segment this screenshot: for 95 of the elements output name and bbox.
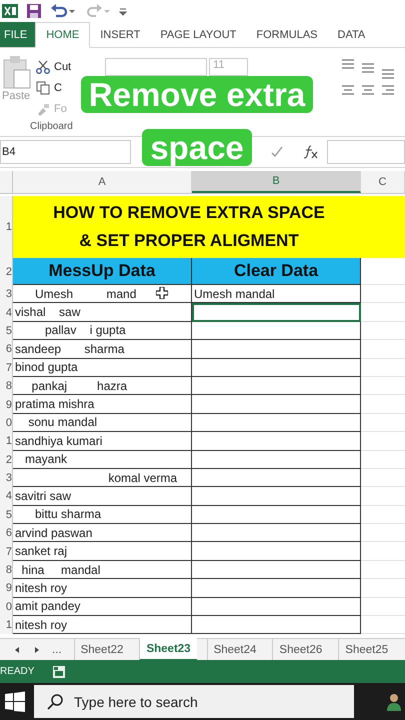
table-cell-text: Umesh mand xyxy=(34,286,136,301)
search-icon xyxy=(46,692,64,710)
row-number[interactable]: 4 xyxy=(0,487,13,506)
table-cell-text: pankaj hazra xyxy=(30,378,128,393)
table-cell-text: nitesh roy xyxy=(14,618,68,632)
sheet-tab[interactable]: Sheet23 xyxy=(139,638,197,661)
brush-icon xyxy=(36,102,50,116)
row-number[interactable]: 9 xyxy=(0,579,13,598)
header-cell: MessUp Data xyxy=(13,258,192,285)
cut-button[interactable]: Cut xyxy=(36,58,72,76)
copy-button[interactable]: C xyxy=(36,79,72,97)
table-cell-text: sanket raj xyxy=(14,544,68,558)
person-icon[interactable] xyxy=(386,692,402,712)
macro-record-icon[interactable] xyxy=(52,664,66,678)
row-number[interactable]: 2 xyxy=(0,258,13,285)
excel-logo-icon[interactable] xyxy=(2,3,18,19)
clipboard-icon[interactable] xyxy=(2,54,32,90)
table-cell[interactable] xyxy=(192,560,361,580)
row-number[interactable]: 8 xyxy=(0,560,13,580)
ribbon-tab[interactable]: FORMULAS xyxy=(246,22,328,47)
ribbon-tab[interactable]: INSERT xyxy=(90,22,150,47)
cursor-icon xyxy=(156,287,168,299)
function-icon[interactable] xyxy=(303,145,319,159)
table-cell[interactable] xyxy=(192,432,361,451)
formula-field[interactable] xyxy=(327,140,405,164)
row-number[interactable]: 5 xyxy=(0,506,13,524)
table-cell[interactable] xyxy=(192,303,361,322)
row-number[interactable]: 7 xyxy=(0,542,13,561)
row-number[interactable]: 3 xyxy=(0,285,13,304)
title-line: HOW TO REMOVE EXTRA SPACE xyxy=(53,203,325,223)
table-cell-text: binod gupta xyxy=(14,360,78,374)
row-number[interactable]: 6 xyxy=(0,524,13,542)
table-cell-text: savitri saw xyxy=(14,488,72,503)
name-box[interactable]: B4 xyxy=(0,140,131,164)
header-cell: Clear Data xyxy=(192,258,361,285)
more-sheets-button[interactable]: ... xyxy=(52,644,62,656)
table-cell-text: komal verma xyxy=(107,470,178,485)
table-cell[interactable] xyxy=(192,468,361,488)
table-cell[interactable] xyxy=(192,414,361,432)
row-number[interactable]: 2 xyxy=(0,450,13,469)
row-number[interactable]: 9 xyxy=(0,395,13,414)
row-number[interactable]: 1 xyxy=(0,616,13,634)
table-cell-text: pratima mishra xyxy=(14,397,94,412)
table-cell[interactable] xyxy=(192,598,361,616)
row-number[interactable]: 1 xyxy=(0,196,13,258)
row-number[interactable]: 8 xyxy=(0,376,13,396)
table-cell[interactable] xyxy=(192,616,361,634)
table-cell-text: mayank xyxy=(24,452,68,466)
undo-icon[interactable] xyxy=(50,3,76,19)
table-cell[interactable] xyxy=(192,340,361,359)
copy-icon xyxy=(36,81,50,95)
table-cell[interactable]: Umesh mandal xyxy=(192,285,361,304)
table-cell-text: sandhiya kumari xyxy=(14,434,102,448)
table-cell[interactable] xyxy=(192,487,361,506)
row-number[interactable]: 7 xyxy=(0,358,13,377)
table-cell-text: sandeep sharma xyxy=(14,342,124,356)
row-number[interactable]: 1 xyxy=(0,432,13,451)
row-number[interactable]: 3 xyxy=(0,468,13,488)
title-line: & SET PROPER ALIGMENT xyxy=(79,231,299,251)
check-icon[interactable] xyxy=(271,146,283,158)
scissors-icon xyxy=(36,60,50,74)
column-header[interactable]: B xyxy=(192,171,361,193)
column-header[interactable]: C xyxy=(361,171,405,193)
table-cell-text: sonu mandal xyxy=(27,415,98,430)
table-cell[interactable] xyxy=(192,506,361,524)
table-cell[interactable] xyxy=(192,524,361,542)
ribbon-tab[interactable]: PAGE LAYOUT xyxy=(150,22,246,47)
ribbon-tab[interactable]: HOME xyxy=(35,22,90,48)
table-cell[interactable] xyxy=(192,322,361,340)
row-number[interactable]: 4 xyxy=(0,303,13,322)
ribbon-tab[interactable]: FILE xyxy=(0,22,36,47)
table-cell[interactable] xyxy=(192,579,361,598)
table-cell[interactable] xyxy=(192,395,361,414)
windows-start-icon[interactable] xyxy=(4,690,26,712)
table-cell-text: arvind paswan xyxy=(14,526,92,540)
clipboard-group-label: Clipboard xyxy=(30,121,73,132)
row-number[interactable]: 5 xyxy=(0,322,13,340)
table-cell[interactable] xyxy=(192,450,361,469)
ribbon-tab[interactable]: DATA xyxy=(328,22,376,47)
table-cell-text: amit pandey xyxy=(14,599,80,614)
search-field[interactable]: Type here to search xyxy=(34,685,354,718)
table-cell[interactable] xyxy=(192,376,361,396)
font-name-field[interactable] xyxy=(105,58,208,76)
save-icon[interactable] xyxy=(26,3,42,19)
table-cell-text: nitesh roy xyxy=(14,580,68,595)
table-cell-text: pallav i gupta xyxy=(44,323,126,338)
table-cell-text: vishal saw xyxy=(14,305,80,320)
row-number[interactable]: 0 xyxy=(0,598,13,616)
row-number[interactable]: 6 xyxy=(0,340,13,359)
status-text: READY xyxy=(0,666,34,677)
table-cell-text: bittu sharma xyxy=(34,507,102,522)
table-cell[interactable] xyxy=(192,542,361,561)
row-number[interactable]: 0 xyxy=(0,414,13,432)
table-cell-text: hina mandal xyxy=(20,562,100,577)
table-cell[interactable] xyxy=(192,358,361,377)
